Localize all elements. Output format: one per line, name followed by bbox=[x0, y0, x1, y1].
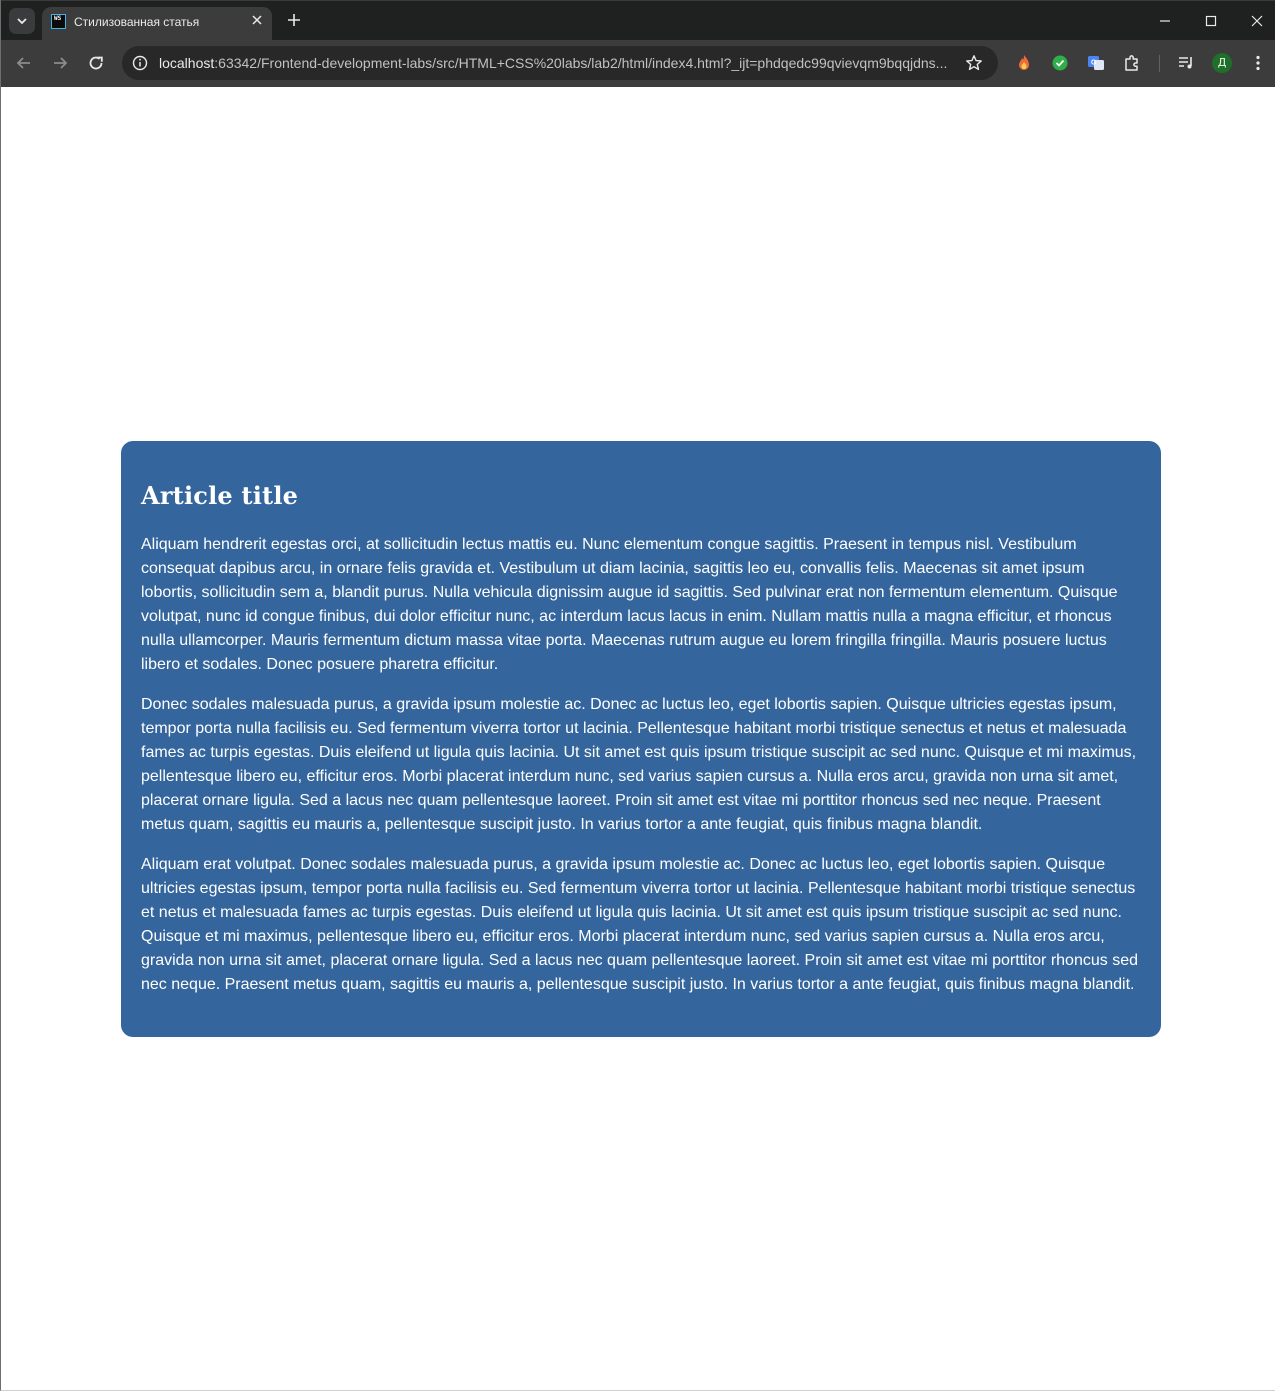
tab-search-button[interactable] bbox=[9, 8, 35, 34]
url-text[interactable]: localhost:63342/Frontend-development-lab… bbox=[159, 55, 954, 71]
arrow-left-icon[interactable] bbox=[13, 52, 35, 74]
tab-active[interactable]: WS Стилизованная статья bbox=[42, 7, 272, 41]
window-close-icon[interactable] bbox=[1245, 9, 1269, 33]
profile-avatar[interactable]: Д bbox=[1212, 53, 1232, 73]
media-queue-icon[interactable] bbox=[1176, 53, 1196, 73]
translate-extension-icon[interactable]: G bbox=[1086, 53, 1106, 73]
tab-strip: WS Стилизованная статья bbox=[1, 0, 1275, 41]
url-host: localhost bbox=[159, 55, 215, 71]
green-check-extension-icon[interactable] bbox=[1050, 53, 1070, 73]
article-paragraph: Aliquam hendrerit egestas orci, at solli… bbox=[141, 536, 1118, 673]
svg-text:G: G bbox=[1091, 60, 1097, 67]
arrow-right-icon[interactable] bbox=[49, 52, 71, 74]
puzzle-icon[interactable] bbox=[1122, 53, 1142, 73]
toolbar-divider bbox=[1159, 55, 1160, 72]
article-paragraph: Donec sodales malesuada purus, a gravida… bbox=[141, 696, 1137, 833]
article-title: Article title bbox=[141, 481, 299, 510]
reload-icon[interactable] bbox=[85, 52, 107, 74]
fire-extension-icon[interactable] bbox=[1014, 53, 1034, 73]
star-icon[interactable] bbox=[964, 53, 984, 73]
webstorm-icon: WS bbox=[51, 14, 66, 29]
chevron-down-icon bbox=[17, 18, 27, 25]
tab-title: Стилизованная статья bbox=[74, 15, 200, 29]
kebab-menu-icon[interactable] bbox=[1248, 53, 1268, 73]
minimize-icon[interactable] bbox=[1153, 9, 1177, 33]
page-viewport: Article title Aliquam hendrerit egestas … bbox=[2, 87, 1275, 1390]
browser-toolbar: localhost:63342/Frontend-development-lab… bbox=[1, 40, 1275, 87]
address-bar[interactable]: localhost:63342/Frontend-development-lab… bbox=[122, 46, 998, 80]
article-card: Article title Aliquam hendrerit egestas … bbox=[121, 441, 1161, 1037]
browser-window: WS Стилизованная статья localhost:63342/… bbox=[0, 0, 1275, 1391]
maximize-icon[interactable] bbox=[1199, 9, 1223, 33]
info-icon[interactable] bbox=[131, 54, 149, 72]
new-tab-button[interactable] bbox=[284, 10, 304, 30]
close-icon[interactable] bbox=[250, 13, 264, 27]
article-paragraph: Aliquam erat volutpat. Donec sodales mal… bbox=[141, 856, 1138, 993]
url-path: :63342/Frontend-development-labs/src/HTM… bbox=[214, 55, 948, 71]
